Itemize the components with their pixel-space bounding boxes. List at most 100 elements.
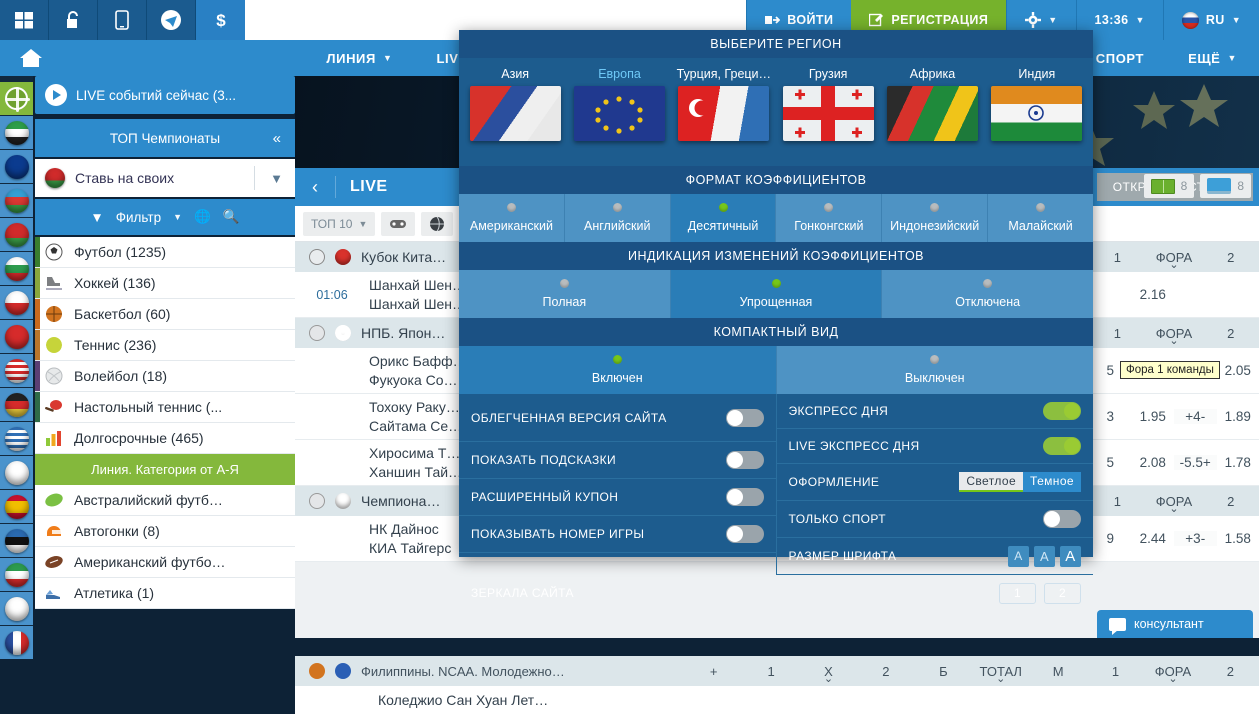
rail-flag-estonia[interactable]: [0, 524, 33, 557]
toggle-live-express-of-day[interactable]: LIVE ЭКСПРЕСС ДНЯ: [777, 429, 1094, 464]
odds-cell[interactable]: 2.05: [1217, 363, 1259, 378]
odds-cell[interactable]: 1.58: [1217, 531, 1259, 546]
market-col-2[interactable]: 2: [857, 664, 914, 679]
home-icon[interactable]: [0, 47, 62, 69]
sidebar-item-hockey[interactable]: Хоккей (136): [35, 268, 295, 299]
odds-header[interactable]: 1 ФОРА 2: [1089, 486, 1259, 516]
odds-col-market[interactable]: ФОРА: [1146, 250, 1203, 265]
rail-globe-button[interactable]: [0, 82, 33, 115]
region-georgia[interactable]: Грузия: [776, 62, 880, 166]
odds-format-indonesian[interactable]: Индонезийский: [882, 194, 988, 242]
rail-flag-belarus[interactable]: [0, 218, 33, 251]
nav-item-more[interactable]: ЕЩЁ ▼: [1166, 40, 1259, 76]
odds-cell[interactable]: +4-: [1174, 409, 1217, 424]
odds-format-decimal[interactable]: Десятичный: [671, 194, 777, 242]
region-europe[interactable]: Европа: [567, 62, 671, 166]
theme-light-option[interactable]: Светлое: [959, 472, 1023, 492]
sidebar-item-american-football[interactable]: Американский футбо…: [35, 547, 295, 578]
rail-flag-finland[interactable]: [0, 592, 33, 625]
odds-format-malay[interactable]: Малайский: [988, 194, 1093, 242]
pitch-counter[interactable]: 8: [1144, 174, 1195, 198]
toggle-switch-on[interactable]: [1043, 402, 1081, 420]
chevron-down-icon[interactable]: ▼: [270, 171, 283, 186]
odds-values[interactable]: 3 1.95 +4- 1.89: [1089, 394, 1259, 440]
game-controller-icon[interactable]: [381, 212, 415, 236]
font-size-medium[interactable]: A: [1034, 546, 1055, 567]
toggle-lite-version[interactable]: ОБЛЕГЧЕННАЯ ВЕРСИЯ САЙТА: [459, 394, 776, 442]
rail-flag-greece[interactable]: [0, 422, 33, 455]
telegram-icon[interactable]: [147, 0, 196, 40]
compact-view-off[interactable]: Выключен: [777, 346, 1094, 394]
sidebar-item-athletics[interactable]: Атлетика (1): [35, 578, 295, 609]
rail-flag-azerbaijan[interactable]: [0, 184, 33, 217]
odds-col-market[interactable]: ФОРА: [1146, 326, 1203, 341]
toggle-switch[interactable]: [1043, 510, 1081, 528]
market-col-plus[interactable]: +: [685, 664, 742, 679]
region-india[interactable]: Индия: [985, 62, 1089, 166]
sidebar-item-football[interactable]: Футбол (1235): [35, 237, 295, 268]
mobile-icon[interactable]: [98, 0, 147, 40]
change-indication-full[interactable]: Полная: [459, 270, 671, 318]
nav-item-line[interactable]: ЛИНИЯ ▼: [304, 40, 414, 76]
sidebar-item-aussie-football[interactable]: Австралийский футб…: [35, 485, 295, 516]
odds-values[interactable]: 5 2.08 -5.5+ 1.78: [1089, 440, 1259, 486]
dollar-icon[interactable]: $: [196, 0, 245, 40]
top-championships-button[interactable]: ТОП Чемпионаты «: [35, 119, 295, 157]
compact-view-on[interactable]: Включен: [459, 346, 777, 394]
top10-filter[interactable]: ТОП 10 ▼: [303, 212, 375, 236]
odds-cell[interactable]: +3-: [1174, 531, 1217, 546]
market-col-b[interactable]: Б: [915, 664, 972, 679]
market-col-1[interactable]: 1: [742, 664, 799, 679]
change-indication-off[interactable]: Отключена: [882, 270, 1093, 318]
rail-flag-bulgaria[interactable]: [0, 252, 33, 285]
odds-header[interactable]: 1 ФОРА 2: [1089, 318, 1259, 348]
odds-cell[interactable]: 1.89: [1217, 409, 1259, 424]
toggle-switch[interactable]: [726, 488, 764, 506]
mirror-button-2[interactable]: 2: [1044, 583, 1081, 604]
toggle-switch[interactable]: [726, 525, 764, 543]
region-turkey-greece[interactable]: Турция, Греци…: [672, 62, 776, 166]
rail-flag-usa[interactable]: [0, 354, 33, 387]
rail-flag-australia[interactable]: [0, 150, 33, 183]
rail-flag-france[interactable]: [0, 626, 33, 659]
own-bets-dropdown[interactable]: Ставь на своих ▼: [35, 159, 295, 197]
mirror-button-1[interactable]: 1: [999, 583, 1036, 604]
font-size-small[interactable]: A: [1008, 546, 1029, 567]
region-asia[interactable]: Азия: [463, 62, 567, 166]
rail-flag-spain[interactable]: [0, 490, 33, 523]
font-size-large[interactable]: A: [1060, 546, 1081, 567]
consultant-widget[interactable]: консультант: [1097, 610, 1253, 638]
market-col-2b[interactable]: 2: [1202, 664, 1259, 679]
odds-cell[interactable]: 1.78: [1217, 455, 1259, 470]
font-size-selector[interactable]: РАЗМЕР ШРИФТА A A A: [777, 538, 1094, 575]
category-header[interactable]: Линия. Категория от А-Я: [35, 454, 295, 485]
sidebar-item-table-tennis[interactable]: Настольный теннис (...: [35, 392, 295, 423]
toggle-express-of-day[interactable]: ЭКСПРЕСС ДНЯ: [777, 394, 1094, 429]
sidebar-item-tennis[interactable]: Теннис (236): [35, 330, 295, 361]
market-col-total[interactable]: ТОТАЛ: [972, 664, 1029, 679]
theme-dark-option[interactable]: Темное: [1023, 472, 1081, 492]
globe-icon[interactable]: [421, 212, 453, 236]
toggle-only-sport[interactable]: ТОЛЬКО СПОРТ: [777, 501, 1094, 538]
windows-icon[interactable]: [0, 0, 49, 40]
sidebar-item-racing[interactable]: Автогонки (8): [35, 516, 295, 547]
market-col-fora[interactable]: ФОРА: [1144, 664, 1201, 679]
rail-flag-england[interactable]: [0, 456, 33, 489]
sidebar-item-longterm[interactable]: Долгосрочные (465): [35, 423, 295, 454]
odds-cell[interactable]: 1.95: [1132, 409, 1175, 424]
toggle-switch[interactable]: [726, 451, 764, 469]
odds-cell[interactable]: 2.16: [1132, 287, 1175, 302]
rail-flag-denmark[interactable]: [0, 320, 33, 353]
region-africa[interactable]: Африка: [880, 62, 984, 166]
market-header-row[interactable]: Филиппины. NCAA. Молодежно… + 1 X 2 Б ТО…: [295, 656, 1259, 686]
tv-counter[interactable]: 8: [1200, 174, 1251, 198]
rail-flag-czech[interactable]: [0, 286, 33, 319]
theme-selector[interactable]: ОФОРМЛЕНИЕ Светлое Темное: [777, 464, 1094, 501]
odds-cell[interactable]: 3: [1089, 409, 1132, 424]
rail-flag-iran[interactable]: [0, 558, 33, 591]
odds-values[interactable]: 2.16: [1089, 272, 1259, 318]
change-indication-simplified[interactable]: Упрощенная: [671, 270, 883, 318]
market-col-1b[interactable]: 1: [1087, 664, 1144, 679]
language-selector[interactable]: RU ▼: [1163, 0, 1259, 40]
odds-format-english[interactable]: Английский: [565, 194, 671, 242]
